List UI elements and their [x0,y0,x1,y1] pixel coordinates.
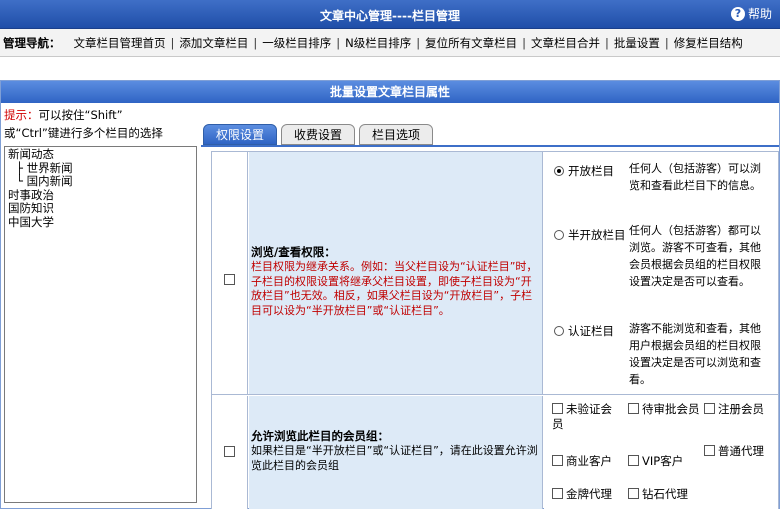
radio-semi-open-column[interactable] [554,230,564,240]
group-option[interactable]: 金牌代理 [552,487,624,502]
option-label: 认证栏目 [568,324,614,338]
group-label: 普通代理 [718,444,764,458]
radio-open-column[interactable] [554,166,564,176]
help-label: 帮助 [747,7,772,21]
groups-note: 如果栏目是“半开放栏目”或“认证栏目”，请在此设置允许浏览此栏目的会员组 [251,444,538,472]
nav-link-level1-sort[interactable]: 一级栏目排序 [257,35,336,51]
permission-apply-checkbox[interactable] [224,274,235,285]
groups-description: 允许浏览此栏目的会员组： 如果栏目是“半开放栏目”或“认证栏目”，请在此设置允许… [249,396,543,509]
list-item[interactable]: 国防知识 [8,201,193,216]
permission-description: 浏览/查看权限： 栏目权限为继承关系。例如：当父栏目设为“认证栏目”时，子栏目的… [249,152,543,394]
group-label: VIP客户 [642,454,684,468]
list-item[interactable]: 新闻动态 [8,147,193,162]
row-select-cell [212,396,248,509]
groups-title: 允许浏览此栏目的会员组： [251,429,389,443]
list-item[interactable]: 时事政治 [8,188,193,203]
permission-title: 浏览/查看权限： [251,245,336,259]
group-option[interactable]: 商业客户 [552,454,624,469]
tip-line-1: 可以按住“Shift” [38,108,123,122]
table-row: 浏览/查看权限： 栏目权限为继承关系。例如：当父栏目设为“认证栏目”时，子栏目的… [212,152,778,395]
group-checkbox[interactable] [552,455,563,466]
option-label: 开放栏目 [568,164,614,178]
selection-tip: 提示：可以按住“Shift” 或“Ctrl”键进行多个栏目的选择 [1,103,199,142]
admin-nav: 管理导航： 文章栏目管理首页 | 添加文章栏目 | 一级栏目排序 | N级栏目排… [0,29,780,57]
group-checkbox[interactable] [628,403,639,414]
group-option[interactable]: 普通代理 [704,444,774,459]
nav-link-batch-settings[interactable]: 批量设置 [609,35,665,51]
member-groups: 未验证会员 待审批会员 注册会员 商业客户 VIP客户 普通代理 金牌代理 钻石… [544,396,778,509]
tab-column-options[interactable]: 栏目选项 [359,124,434,145]
group-checkbox[interactable] [704,403,715,414]
permission-options: 开放栏目 任何人（包括游客）可以浏览和查看此栏目下的信息。 半开放栏目 任何人（… [544,152,778,394]
tip-key: 提示： [4,108,39,122]
list-item[interactable]: └ 国内新闻 [8,174,193,189]
batch-settings-panel: 批量设置文章栏目属性 提示：可以按住“Shift” 或“Ctrl”键进行多个栏目… [0,80,780,509]
table-row: 允许浏览此栏目的会员组： 如果栏目是“半开放栏目”或“认证栏目”，请在此设置允许… [212,396,778,509]
group-option[interactable]: VIP客户 [628,454,700,469]
group-label: 金牌代理 [566,487,612,501]
tip-line-2: 或“Ctrl”键进行多个栏目的选择 [4,126,163,140]
group-label: 钻石代理 [642,487,688,501]
group-label: 注册会员 [718,402,764,416]
option-label: 半开放栏目 [568,228,626,242]
nav-link-merge-columns[interactable]: 文章栏目合并 [526,35,605,51]
panel-title: 批量设置文章栏目属性 [1,81,779,103]
settings-tabs: 权限设置 收费设置 栏目选项 [203,124,434,145]
group-option[interactable]: 注册会员 [704,402,774,417]
option-description: 游客不能浏览和查看，其他用户根据会员组的栏目权限设置决定是否可以浏览和查看。 [629,322,761,386]
nav-link-repair-structure[interactable]: 修复栏目结构 [669,35,748,51]
group-option[interactable]: 钻石代理 [628,487,708,502]
group-checkbox[interactable] [628,455,639,466]
settings-area: 权限设置 收费设置 栏目选项 浏览/查看权限： 栏目权限为继承关系。例如：当父栏… [201,103,779,509]
column-list[interactable]: 新闻动态 ├ 世界新闻 └ 国内新闻 时事政治 国防知识 中国大学 [4,146,197,503]
group-checkbox[interactable] [704,445,715,456]
list-item[interactable]: 中国大学 [8,215,193,230]
group-label: 待审批会员 [642,402,700,416]
row-select-cell [212,152,248,394]
tab-permissions[interactable]: 权限设置 [203,124,278,145]
option-description: 任何人（包括游客）都可以浏览。游客不可查看，其他会员根据会员组的栏目权限设置决定… [629,224,761,288]
tab-fee-settings[interactable]: 收费设置 [281,124,356,145]
nav-label: 管理导航： [3,35,61,50]
nav-link-columns-home[interactable]: 文章栏目管理首页 [69,35,171,51]
groups-apply-checkbox[interactable] [224,446,235,457]
group-checkbox[interactable] [552,403,563,414]
group-option[interactable]: 待审批会员 [628,402,700,417]
tab-underline [201,145,779,147]
help-icon: ? [730,6,745,21]
page-title: 文章中心管理----栏目管理 [320,9,460,23]
radio-auth-column[interactable] [554,326,564,336]
permission-note: 栏目权限为继承关系。例如：当父栏目设为“认证栏目”时，子栏目的权限设置将继承父栏… [251,260,538,317]
group-option[interactable]: 未验证会员 [552,402,622,432]
list-item[interactable]: ├ 世界新闻 [8,161,193,176]
nav-link-nlevel-sort[interactable]: N级栏目排序 [340,35,416,51]
nav-link-reset-columns[interactable]: 复位所有文章栏目 [420,35,522,51]
group-checkbox[interactable] [628,488,639,499]
nav-link-add-column[interactable]: 添加文章栏目 [174,35,253,51]
help-button[interactable]: ? 帮助 [730,5,772,22]
title-bar: 文章中心管理----栏目管理 ? 帮助 [0,0,780,29]
settings-table: 浏览/查看权限： 栏目权限为继承关系。例如：当父栏目设为“认证栏目”时，子栏目的… [211,151,779,509]
option-description: 任何人（包括游客）可以浏览和查看此栏目下的信息。 [629,162,761,192]
group-checkbox[interactable] [552,488,563,499]
column-selector: 提示：可以按住“Shift” 或“Ctrl”键进行多个栏目的选择 新闻动态 ├ … [1,103,199,508]
group-label: 商业客户 [566,454,612,468]
